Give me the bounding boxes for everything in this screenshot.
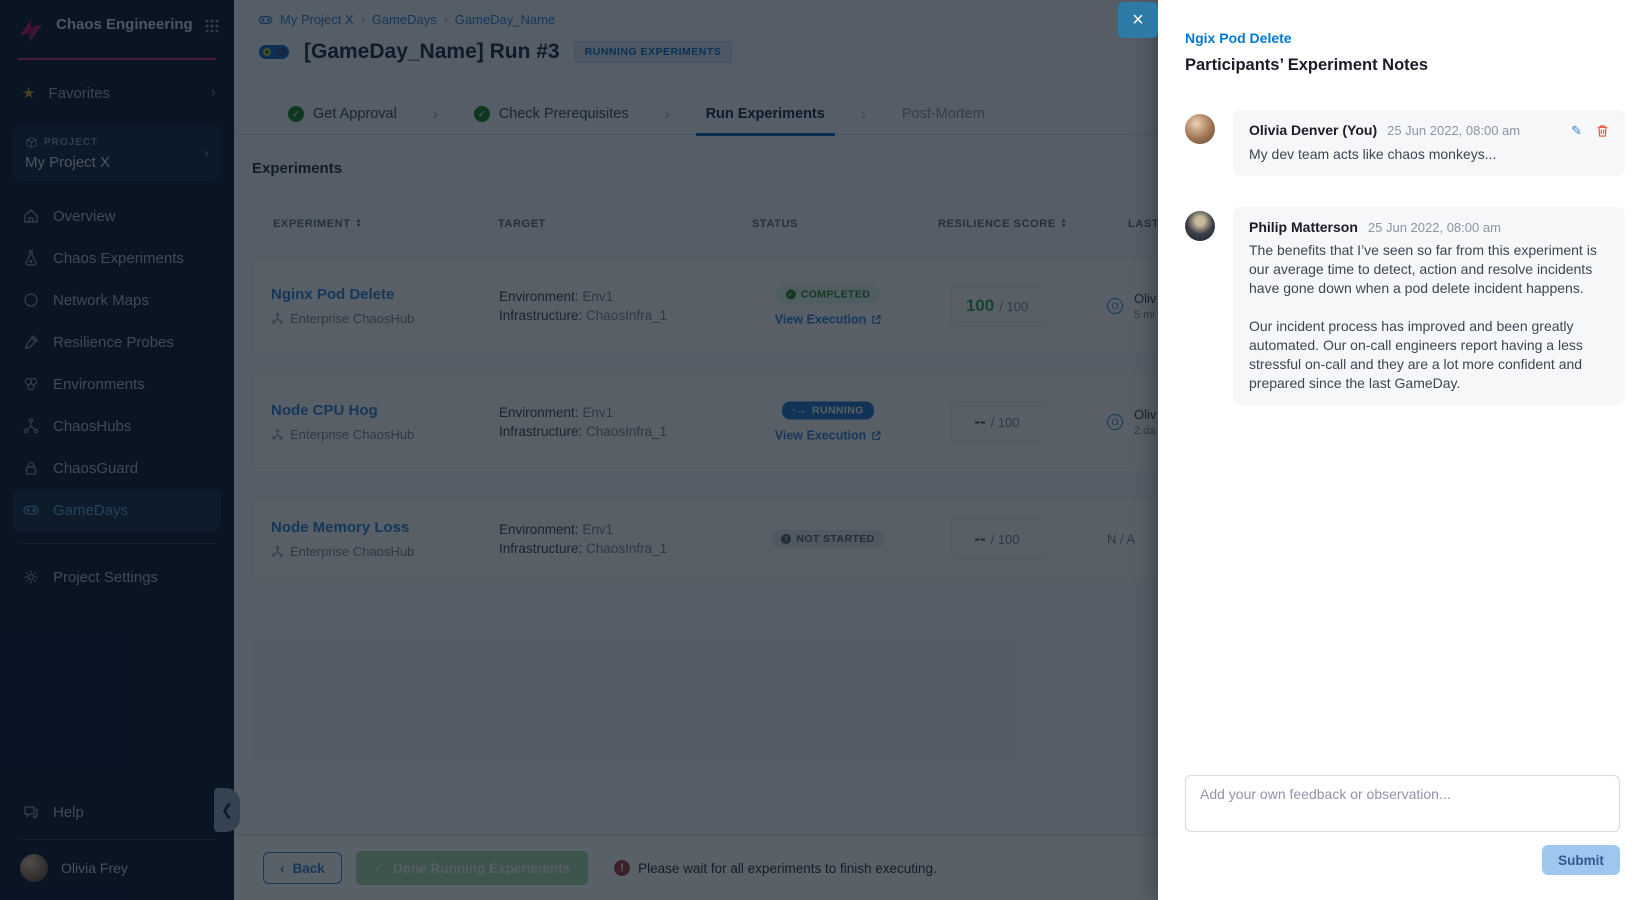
note-timestamp: 25 Jun 2022, 08:00 am [1368,220,1609,235]
drawer-experiment-link[interactable]: Ngix Pod Delete [1185,30,1292,46]
avatar [1185,211,1215,241]
note-item: Olivia Denver (You) 25 Jun 2022, 08:00 a… [1185,110,1625,176]
note-card: Olivia Denver (You) 25 Jun 2022, 08:00 a… [1233,110,1625,176]
avatar [1185,114,1215,144]
drawer-title: Participants’ Experiment Notes [1185,56,1428,75]
chaos-engineering-app: Chaos Engineering ★ Favorites › PROJECT … [0,0,1642,900]
note-card: Philip Matterson 25 Jun 2022, 08:00 am T… [1233,207,1625,405]
feedback-input[interactable] [1185,775,1620,832]
edit-note-icon[interactable]: ✎ [1571,123,1582,139]
submit-button[interactable]: Submit [1542,845,1620,875]
drawer-close-button[interactable]: × [1118,2,1158,38]
note-author: Olivia Denver (You) [1249,122,1377,138]
note-author: Philip Matterson [1249,219,1358,235]
note-item: Philip Matterson 25 Jun 2022, 08:00 am T… [1185,207,1625,405]
delete-note-icon[interactable] [1596,124,1609,138]
note-text: My dev team acts like chaos monkeys... [1249,145,1609,164]
close-icon: × [1132,9,1144,32]
note-text: The benefits that I’ve seen so far from … [1249,241,1609,393]
note-timestamp: 25 Jun 2022, 08:00 am [1387,123,1571,138]
notes-drawer: Ngix Pod Delete Participants’ Experiment… [1158,0,1642,900]
